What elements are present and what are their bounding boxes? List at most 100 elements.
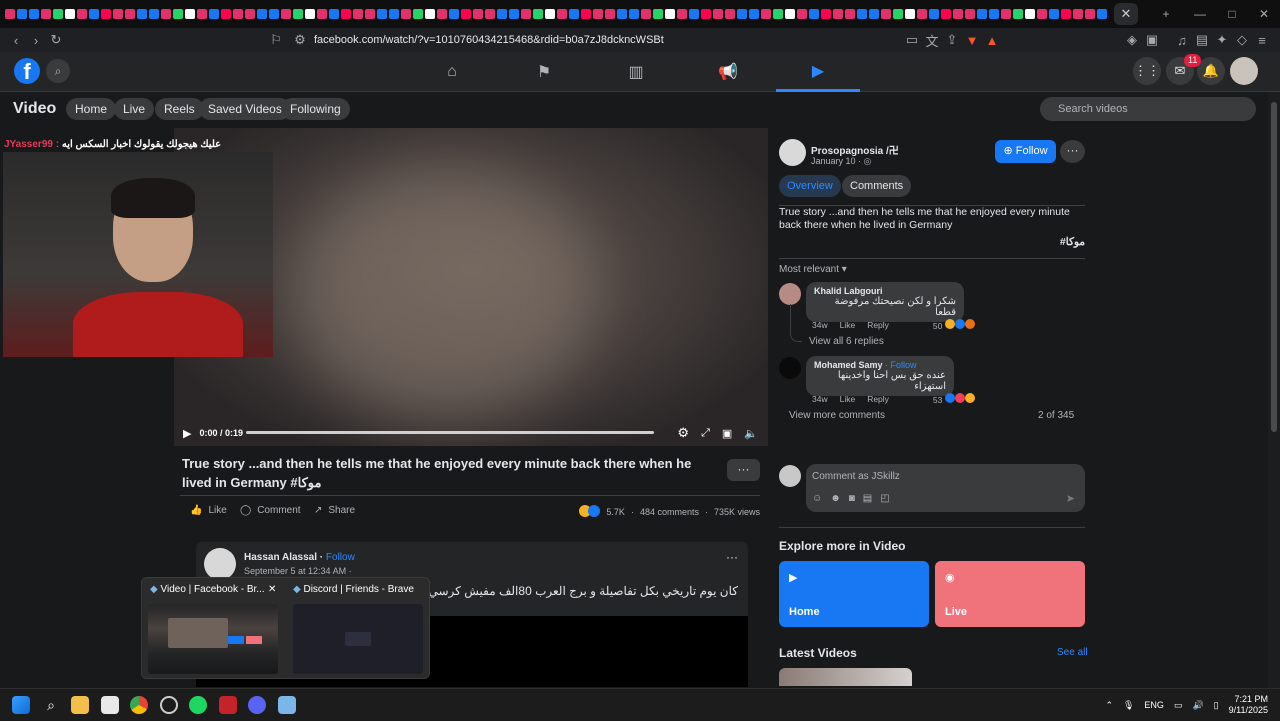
brave-taskbar-icon[interactable] bbox=[278, 696, 296, 714]
pinned-tab-favicon[interactable] bbox=[713, 9, 723, 19]
comment-author[interactable]: Khalid Labgouri bbox=[814, 286, 956, 296]
comment-like-link[interactable]: Like bbox=[840, 320, 856, 330]
file-explorer-icon[interactable] bbox=[71, 696, 89, 714]
author-avatar[interactable] bbox=[779, 139, 806, 166]
reload-icon[interactable]: ↻ bbox=[46, 32, 66, 48]
pinned-tab-favicon[interactable] bbox=[761, 9, 771, 19]
comment-button[interactable]: ◯ Comment bbox=[240, 505, 301, 516]
pinned-tab-favicon[interactable] bbox=[101, 9, 111, 19]
pinned-tab-favicon[interactable] bbox=[773, 9, 783, 19]
pinned-tab-favicon[interactable] bbox=[953, 9, 963, 19]
comment-input[interactable]: Comment as JSkillz ☺ ☻ ◙ ▤ ◰ ➤ bbox=[806, 464, 1085, 512]
author-name[interactable]: Prosopagnosia /卍 bbox=[811, 142, 899, 157]
profile-avatar[interactable] bbox=[1230, 57, 1258, 85]
preview-facebook-thumbnail[interactable] bbox=[148, 604, 278, 674]
menu-icon[interactable]: ≡ bbox=[1252, 33, 1272, 48]
pinned-tab-favicon[interactable] bbox=[317, 9, 327, 19]
pinned-tab-favicon[interactable] bbox=[485, 9, 495, 19]
discord-icon[interactable] bbox=[248, 696, 266, 714]
pinned-tab-icons[interactable] bbox=[0, 9, 1112, 19]
pinned-tab-favicon[interactable] bbox=[197, 9, 207, 19]
translate-icon[interactable]: 文 bbox=[922, 31, 942, 50]
pinned-tab-favicon[interactable] bbox=[53, 9, 63, 19]
pinned-tab-favicon[interactable] bbox=[389, 9, 399, 19]
pinned-tab-favicon[interactable] bbox=[869, 9, 879, 19]
pinned-tab-favicon[interactable] bbox=[881, 9, 891, 19]
pinned-tab-favicon[interactable] bbox=[857, 9, 867, 19]
pinned-tab-favicon[interactable] bbox=[653, 9, 663, 19]
start-icon[interactable] bbox=[12, 696, 30, 714]
post-author[interactable]: Hassan Alassal · Follow bbox=[244, 552, 355, 563]
tab-close-button[interactable]: ✕ bbox=[1114, 3, 1138, 25]
post-more-button[interactable]: ··· bbox=[726, 550, 738, 564]
cast-icon[interactable]: ▭ bbox=[902, 32, 922, 48]
tab-overview[interactable]: Overview bbox=[779, 175, 841, 197]
app-icon[interactable] bbox=[160, 696, 178, 714]
pinned-tab-favicon[interactable] bbox=[545, 9, 555, 19]
pinned-tab-favicon[interactable] bbox=[221, 9, 231, 19]
language-indicator[interactable]: ENG bbox=[1144, 700, 1164, 710]
post-date[interactable]: September 5 at 12:34 AM · bbox=[244, 566, 352, 576]
pinned-tab-favicon[interactable] bbox=[77, 9, 87, 19]
pinned-tab-favicon[interactable] bbox=[341, 9, 351, 19]
pinned-tab-favicon[interactable] bbox=[989, 9, 999, 19]
page-scrollbar[interactable] bbox=[1268, 92, 1280, 688]
nav-marketplace-icon[interactable]: ▥ bbox=[594, 52, 678, 92]
leo-icon[interactable]: ✦ bbox=[1212, 32, 1232, 48]
explore-home-card[interactable]: ▶ Home bbox=[779, 561, 929, 627]
post-follow-link[interactable]: Follow bbox=[326, 552, 355, 563]
tab-comments[interactable]: Comments bbox=[842, 175, 912, 197]
search-icon[interactable]: ⌕ bbox=[42, 696, 60, 714]
pinned-tab-favicon[interactable] bbox=[161, 9, 171, 19]
pinned-tab-favicon[interactable] bbox=[137, 9, 147, 19]
pinned-tab-favicon[interactable] bbox=[449, 9, 459, 19]
comment-reply-link[interactable]: Reply bbox=[867, 394, 889, 404]
comment-time[interactable]: 34w bbox=[812, 320, 828, 330]
volume-tray-icon[interactable]: 🔊 bbox=[1192, 700, 1203, 711]
pinned-tab-favicon[interactable] bbox=[893, 9, 903, 19]
music-icon[interactable]: ♫ bbox=[1172, 33, 1192, 48]
pill-reels[interactable]: Reels bbox=[155, 98, 204, 120]
pinned-tab-favicon[interactable] bbox=[89, 9, 99, 19]
like-button[interactable]: 👍 Like bbox=[190, 505, 227, 516]
pinned-tab-favicon[interactable] bbox=[1085, 9, 1095, 19]
clock[interactable]: 7:21 PM 9/11/2025 bbox=[1229, 694, 1268, 716]
preview-discord-thumbnail[interactable] bbox=[293, 604, 423, 674]
pill-saved-videos[interactable]: Saved Videos bbox=[199, 98, 291, 120]
pinned-tab-favicon[interactable] bbox=[1001, 9, 1011, 19]
pinned-tab-favicon[interactable] bbox=[665, 9, 675, 19]
pinned-tab-favicon[interactable] bbox=[209, 9, 219, 19]
latest-video-thumbnail[interactable] bbox=[779, 668, 912, 686]
bookmark-icon[interactable]: ⚐ bbox=[266, 32, 286, 48]
pinned-tab-favicon[interactable] bbox=[269, 9, 279, 19]
pinned-tab-favicon[interactable] bbox=[173, 9, 183, 19]
post-date-right[interactable]: January 10 · ◎ bbox=[811, 156, 871, 167]
comment-follow-link[interactable]: · Follow bbox=[885, 360, 917, 370]
pinned-tab-favicon[interactable] bbox=[1061, 9, 1071, 19]
pinned-tab-favicon[interactable] bbox=[29, 9, 39, 19]
settings-icon[interactable]: ⚙ bbox=[677, 425, 689, 441]
nav-ads-icon[interactable]: 📢 bbox=[686, 52, 770, 92]
sticker-icon[interactable]: ◰ bbox=[880, 493, 889, 504]
wallet-icon[interactable]: ▤ bbox=[1192, 32, 1212, 48]
forward-icon[interactable]: › bbox=[26, 33, 46, 48]
pinned-tab-favicon[interactable] bbox=[533, 9, 543, 19]
pinned-tab-favicon[interactable] bbox=[377, 9, 387, 19]
app-red-icon[interactable] bbox=[219, 696, 237, 714]
network-icon[interactable]: ▭ bbox=[1174, 700, 1183, 711]
pinned-tab-favicon[interactable] bbox=[497, 9, 507, 19]
pinned-tab-favicon[interactable] bbox=[5, 9, 15, 19]
pinned-tab-favicon[interactable] bbox=[785, 9, 795, 19]
pinned-tab-favicon[interactable] bbox=[413, 9, 423, 19]
hashtag-link[interactable]: #موكا bbox=[779, 236, 1085, 248]
maximize-button[interactable]: □ bbox=[1216, 7, 1248, 21]
pinned-tab-favicon[interactable] bbox=[17, 9, 27, 19]
pinned-tab-favicon[interactable] bbox=[1013, 9, 1023, 19]
comment-like-link[interactable]: Like bbox=[840, 394, 856, 404]
send-icon[interactable]: ➤ bbox=[1066, 492, 1075, 505]
preview-discord-title[interactable]: ◆ Discord | Friends - Brave bbox=[293, 584, 414, 595]
rewards-icon[interactable]: ▲ bbox=[982, 33, 1002, 48]
pinned-tab-favicon[interactable] bbox=[1049, 9, 1059, 19]
comment-time[interactable]: 34w bbox=[812, 394, 828, 404]
gif-icon[interactable]: ▤ bbox=[863, 493, 872, 504]
